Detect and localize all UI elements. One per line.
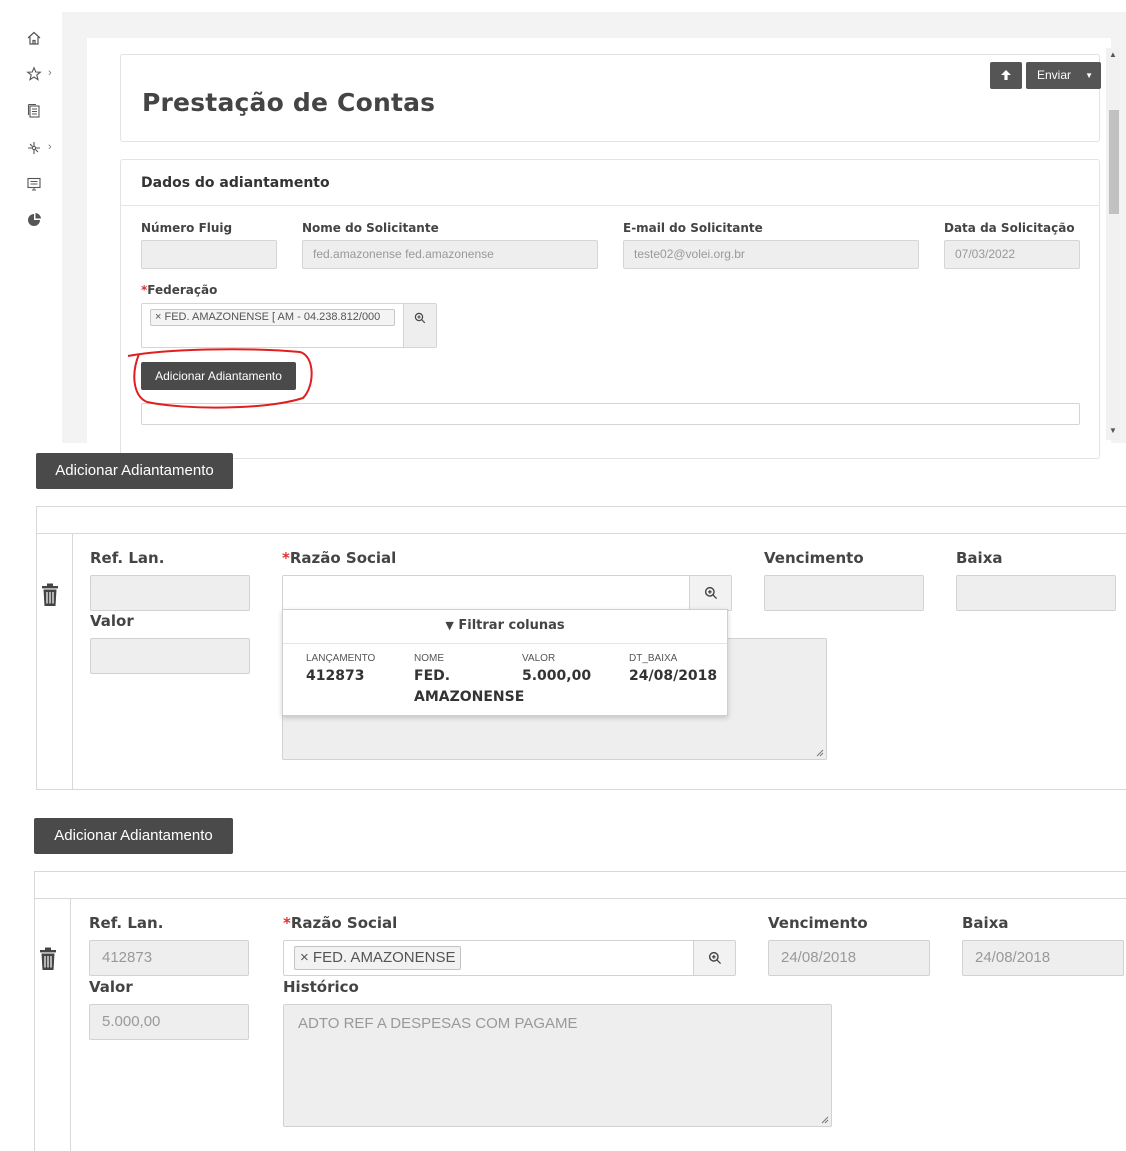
advances-table-header (36, 506, 1126, 534)
resize-grip-icon[interactable] (821, 1116, 829, 1124)
federacao-label: *Federação (141, 283, 217, 297)
monitor-icon[interactable] (26, 176, 42, 192)
row-left-border (34, 899, 35, 1151)
workflow-icon[interactable] (26, 140, 42, 156)
scrollbar-thumb[interactable] (1109, 110, 1119, 214)
form-screenshot-top: › › ▲ ▼ Prestação de Contas Enviar ▼ Dad… (0, 0, 1126, 459)
valor-input[interactable] (90, 638, 250, 674)
required-mark: * (282, 549, 290, 567)
ref-lan-input[interactable] (90, 575, 250, 611)
column-header-lancamento: LANÇAMENTO (306, 653, 376, 664)
row-column-divider (70, 899, 71, 1151)
move-up-button[interactable] (990, 62, 1022, 89)
data-solicitacao-label: Data da Solicitação (944, 221, 1075, 235)
annotation-circle (127, 348, 313, 409)
result-nome-line2: AMAZONENSE (414, 689, 525, 705)
valor-label: Valor (90, 612, 134, 630)
column-header-valor: VALOR (522, 653, 556, 664)
ref-lan-input[interactable]: 412873 (89, 940, 249, 976)
baixa-label: Baixa (962, 914, 1009, 932)
documents-icon[interactable] (26, 103, 42, 119)
federacao-search-button[interactable] (403, 304, 436, 347)
historico-label: Histórico (283, 978, 359, 996)
vertical-scrollbar[interactable]: ▲ ▼ (1106, 48, 1120, 440)
email-solicitante-input[interactable]: teste02@volei.org.br (623, 240, 919, 269)
dropdown-divider (283, 643, 727, 644)
historico-textarea[interactable]: ADTO REF A DESPESAS COM PAGAME (283, 1004, 832, 1127)
zoom-search-icon (708, 951, 721, 965)
numero-fluig-input[interactable] (141, 240, 277, 269)
page-title: Prestação de Contas (142, 88, 436, 117)
trash-icon[interactable] (40, 583, 60, 607)
section-title: Dados do adiantamento (141, 175, 330, 191)
send-button-label: Enviar (1037, 68, 1072, 82)
razao-social-label-text: Razão Social (290, 914, 398, 932)
zoom-search-icon (704, 586, 717, 600)
ref-lan-label: Ref. Lan. (90, 549, 165, 567)
valor-label: Valor (89, 978, 133, 996)
email-solicitante-label: E-mail do Solicitante (623, 221, 763, 235)
filter-columns-toggle[interactable]: ▼ Filtrar colunas (283, 618, 727, 633)
razao-social-label-text: Razão Social (289, 549, 397, 567)
send-button[interactable]: Enviar ▼ (1026, 62, 1101, 89)
historico-value: ADTO REF A DESPESAS COM PAGAME (298, 1015, 578, 1032)
nome-solicitante-label: Nome do Solicitante (302, 221, 439, 235)
row-left-border (36, 534, 37, 790)
valor-input[interactable]: 5.000,00 (89, 1004, 249, 1040)
arrow-up-icon (1001, 70, 1011, 80)
razao-search-button[interactable] (689, 576, 731, 610)
razao-social-tag[interactable]: × FED. AMAZONENSE (294, 946, 462, 970)
resize-grip-icon[interactable] (816, 749, 824, 757)
ref-lan-label: Ref. Lan. (89, 914, 164, 932)
vencimento-input[interactable]: 24/08/2018 (768, 940, 930, 976)
result-nome-line1: FED. (414, 668, 451, 684)
row-bottom-border (36, 789, 1126, 790)
baixa-input[interactable]: 24/08/2018 (962, 940, 1124, 976)
advances-table-header (34, 871, 1126, 899)
federacao-tag[interactable]: × FED. AMAZONENSE [ AM - 04.238.812/000 (150, 309, 395, 326)
home-icon[interactable] (26, 30, 42, 46)
baixa-label: Baixa (956, 549, 1003, 567)
nome-solicitante-input[interactable]: fed.amazonense fed.amazonense (302, 240, 598, 269)
column-header-nome: NOME (414, 653, 444, 664)
result-valor: 5.000,00 (522, 668, 592, 684)
vencimento-label: Vencimento (768, 914, 868, 932)
zoom-search-icon (414, 312, 426, 324)
row-column-divider (72, 534, 73, 790)
federacao-label-text: Federação (147, 283, 218, 297)
required-mark: * (283, 914, 291, 932)
result-lancamento: 412873 (306, 668, 365, 684)
nav-rail: › › (0, 0, 62, 443)
caret-down-icon: ▼ (445, 619, 454, 632)
razao-social-label: *Razão Social (283, 914, 397, 932)
star-icon[interactable] (26, 66, 42, 82)
add-advance-button-large[interactable]: Adicionar Adiantamento (36, 453, 233, 489)
razao-search-button[interactable] (693, 941, 735, 975)
baixa-input[interactable] (956, 575, 1116, 611)
chevron-right-icon[interactable]: › (48, 67, 52, 79)
trash-icon[interactable] (38, 947, 58, 971)
filter-columns-label: Filtrar colunas (458, 618, 565, 633)
chevron-right-icon[interactable]: › (48, 141, 52, 153)
card-divider (121, 205, 1099, 206)
vencimento-input[interactable] (764, 575, 924, 611)
scroll-up-icon[interactable]: ▲ (1109, 50, 1117, 59)
column-header-dt-baixa: DT_BAIXA (629, 653, 678, 664)
razao-social-select[interactable] (282, 575, 732, 611)
analytics-icon[interactable] (26, 212, 42, 228)
scroll-down-icon[interactable]: ▼ (1109, 426, 1117, 435)
numero-fluig-label: Número Fluig (141, 221, 233, 235)
add-advance-button-large[interactable]: Adicionar Adiantamento (34, 818, 233, 854)
vencimento-label: Vencimento (764, 549, 864, 567)
razao-social-select[interactable]: × FED. AMAZONENSE (283, 940, 736, 976)
data-solicitacao-input[interactable]: 07/03/2022 (944, 240, 1080, 269)
caret-down-icon[interactable]: ▼ (1085, 62, 1093, 89)
razao-social-label: *Razão Social (282, 549, 396, 567)
result-dt-baixa: 24/08/2018 (629, 668, 718, 684)
